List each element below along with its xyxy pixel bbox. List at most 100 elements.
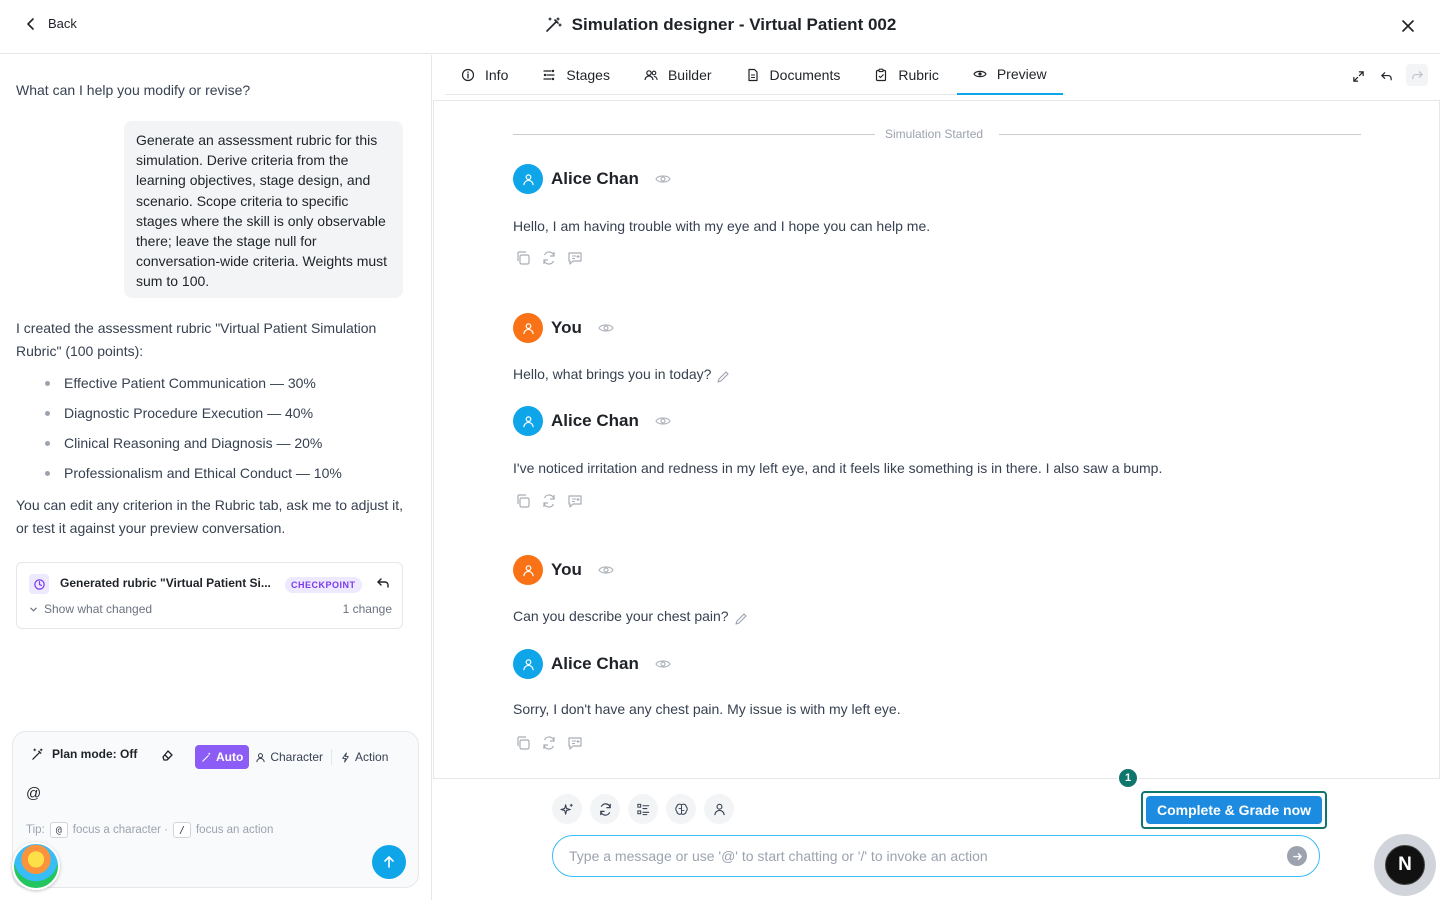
comment-button[interactable] <box>567 735 583 751</box>
assistant-composer: Plan mode: Off Auto Character Action @ T… <box>12 731 419 888</box>
redo-icon <box>1411 70 1423 79</box>
tab-documents[interactable]: Documents <box>730 55 857 95</box>
composer-input[interactable]: @ <box>26 785 41 802</box>
message-text-content: Can you describe your chest pain? <box>513 608 729 624</box>
message-author: You <box>551 318 582 337</box>
tip-prefix: Tip: <box>26 824 45 836</box>
message-author: Alice Chan <box>551 654 639 673</box>
mode-action[interactable]: Action <box>334 745 394 769</box>
tab-label: Builder <box>667 67 712 83</box>
send-button[interactable] <box>372 845 406 879</box>
send-message-button[interactable] <box>1287 846 1307 866</box>
composer-tools <box>552 794 734 824</box>
refresh-icon <box>543 251 555 265</box>
arrow-up-icon <box>384 856 394 868</box>
top-bar: Back Simulation designer - Virtual Patie… <box>0 0 1440 54</box>
clipboard-icon <box>876 68 887 82</box>
pencil-icon[interactable] <box>715 369 731 385</box>
character-button[interactable] <box>704 794 734 824</box>
page-title-text: Simulation designer - Virtual Patient 00… <box>571 15 897 34</box>
message-text: Hello, I am having trouble with my eye a… <box>513 218 931 234</box>
plan-mode-label: Plan mode: Off <box>52 747 138 761</box>
message-text: I've noticed irritation and redness in m… <box>513 460 1163 476</box>
avatar <box>513 649 543 679</box>
tab-label: Rubric <box>898 67 939 83</box>
regenerate-button[interactable] <box>541 250 557 266</box>
show-changes-toggle[interactable]: Show what changed <box>29 602 152 616</box>
user-avatar[interactable] <box>12 842 60 890</box>
chat-message: Alice Chan Hello, I am having trouble wi… <box>513 164 930 265</box>
user-icon <box>713 803 725 815</box>
ai-suggest-button[interactable] <box>552 794 582 824</box>
expand-button[interactable] <box>1350 69 1366 85</box>
plan-mode-toggle[interactable]: Plan mode: Off <box>31 747 137 761</box>
info-icon <box>461 68 475 82</box>
message-actions <box>515 250 583 266</box>
clear-button[interactable] <box>160 748 174 762</box>
magic-wand-icon <box>202 752 211 762</box>
complete-grade-button[interactable]: Complete & Grade now <box>1146 796 1322 824</box>
close-button[interactable] <box>1398 16 1418 36</box>
magic-wand-icon <box>32 747 43 760</box>
message-composer: 1 Complete & Grade now <box>433 767 1440 900</box>
expand-icon <box>1352 71 1364 82</box>
chat-message: Alice Chan I've noticed irritation and r… <box>513 406 1162 508</box>
chat-message: You Hello, what brings you in today? <box>513 313 730 383</box>
comment-button[interactable] <box>567 493 583 509</box>
eye-icon <box>655 175 671 183</box>
mode-character[interactable]: Character <box>249 745 329 769</box>
message-input[interactable] <box>552 835 1320 877</box>
eye-icon <box>655 660 671 668</box>
tab-label: Documents <box>769 67 841 83</box>
tab-rubric[interactable]: Rubric <box>858 55 954 95</box>
sparkles-icon <box>559 803 573 815</box>
tab-stages[interactable]: Stages <box>526 55 626 95</box>
app-badge[interactable]: N <box>1374 834 1436 896</box>
mode-auto[interactable]: Auto <box>195 745 250 769</box>
comment-add-icon <box>568 737 582 750</box>
kbd-at: @ <box>49 822 68 838</box>
tab-builder[interactable]: Builder <box>628 55 728 95</box>
arrow-right-icon <box>1292 852 1302 860</box>
undo-icon <box>1380 72 1392 81</box>
copy-button[interactable] <box>515 735 531 751</box>
checklist-button[interactable] <box>628 794 658 824</box>
message-author: Alice Chan <box>551 411 639 430</box>
copy-icon <box>517 494 530 508</box>
avatar <box>513 406 543 436</box>
assistant-prompt: What can I help you modify or revise? <box>16 82 251 98</box>
eye-icon <box>598 566 614 574</box>
step-badge: 1 <box>1117 767 1139 789</box>
regenerate-button[interactable] <box>541 735 557 751</box>
assistant-reply: I created the assessment rubric "Virtual… <box>16 317 411 540</box>
undo-button[interactable] <box>1378 69 1394 85</box>
undo-checkpoint-button[interactable] <box>376 576 390 590</box>
comment-button[interactable] <box>567 250 583 266</box>
eraser-icon <box>162 750 173 761</box>
message-text: Sorry, I don't have any chest pain. My i… <box>513 701 901 717</box>
kbd-slash: / <box>172 822 191 838</box>
tab-preview[interactable]: Preview <box>956 55 1063 95</box>
copy-icon <box>517 251 530 265</box>
brain-icon <box>674 803 688 815</box>
brain-button[interactable] <box>666 794 696 824</box>
divider <box>513 134 875 135</box>
checkpoint-badge: CHECKPOINT <box>285 577 362 593</box>
magic-wand-icon <box>545 17 562 32</box>
mode-auto-label: Auto <box>216 750 244 764</box>
tab-label: Info <box>485 67 509 83</box>
comment-add-icon <box>568 252 582 265</box>
regenerate-button[interactable] <box>541 493 557 509</box>
list-item: Diagnostic Procedure Execution — 40% <box>16 403 411 433</box>
criteria-list: Effective Patient Communication — 30% Di… <box>16 373 411 493</box>
refresh-icon <box>543 494 555 508</box>
copy-button[interactable] <box>515 493 531 509</box>
tab-info[interactable]: Info <box>445 55 524 95</box>
restart-button[interactable] <box>590 794 620 824</box>
user-icon <box>522 173 534 185</box>
user-icon <box>522 415 534 427</box>
copy-button[interactable] <box>515 250 531 266</box>
pencil-icon[interactable] <box>733 611 749 627</box>
user-icon <box>256 752 265 762</box>
redo-button[interactable] <box>1406 64 1428 86</box>
